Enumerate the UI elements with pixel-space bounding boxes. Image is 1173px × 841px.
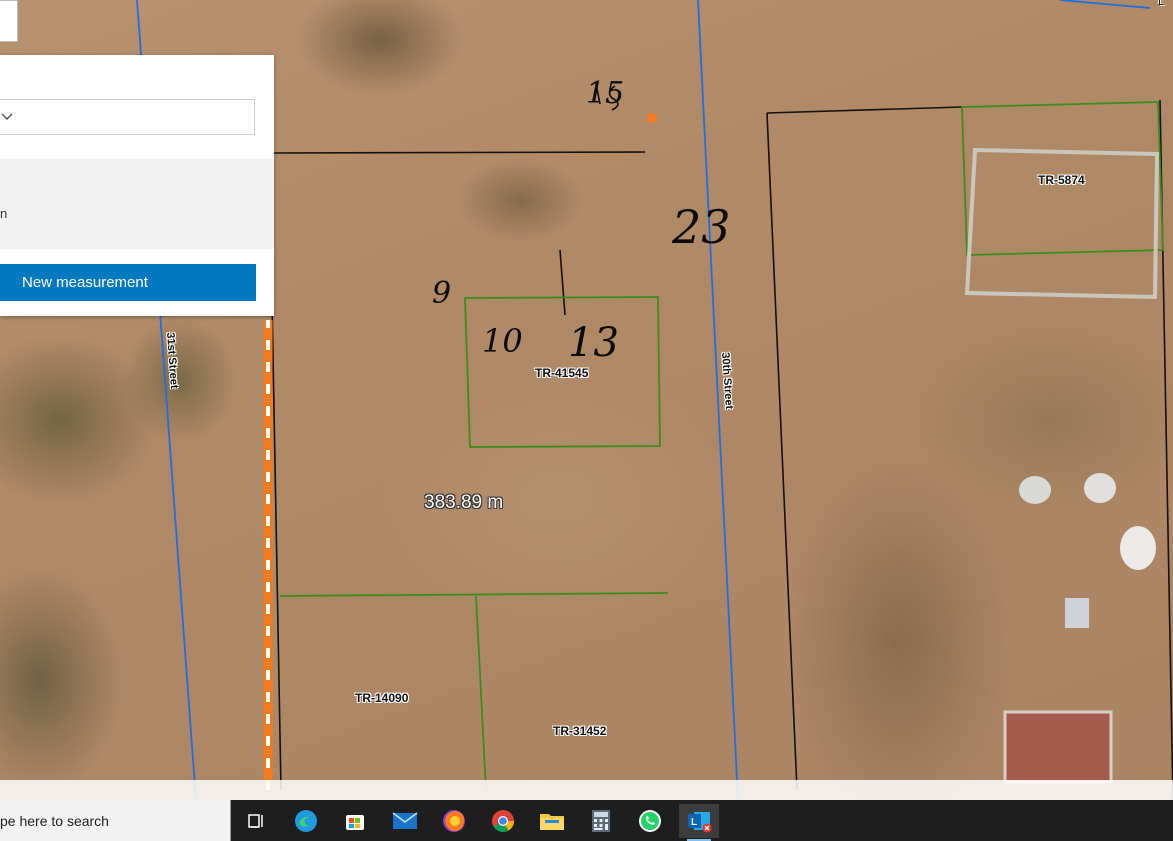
shed xyxy=(1065,598,1089,628)
property-line xyxy=(766,112,798,791)
taskbar-search-box[interactable]: pe here to search xyxy=(0,800,231,841)
measure-result-text: n xyxy=(0,206,8,221)
chrome-icon[interactable] xyxy=(483,804,523,838)
new-measurement-button[interactable]: New measurement xyxy=(0,264,256,301)
svg-text:L: L xyxy=(691,817,697,828)
parcel-line xyxy=(475,595,487,791)
measure-panel: n New measurement xyxy=(0,55,274,316)
handwritten-right: 23 xyxy=(672,200,731,254)
building-roof xyxy=(1005,712,1111,782)
handwritten-bottom-right: 13 xyxy=(568,320,619,366)
firefox-icon[interactable] xyxy=(434,804,474,838)
store-icon[interactable] xyxy=(335,804,375,838)
property-line xyxy=(271,299,282,791)
taskbar-search-placeholder: pe here to search xyxy=(0,813,109,829)
structures xyxy=(1003,473,1156,784)
map-attribution-strip xyxy=(0,780,1173,800)
measure-result-box: n xyxy=(0,159,274,249)
unit-dropdown[interactable] xyxy=(0,99,255,135)
measurement-result-label: 383.89 m xyxy=(424,492,504,513)
hut xyxy=(1019,476,1051,504)
parcel-label-tr-31452[interactable]: TR-31452 xyxy=(553,724,606,738)
mail-icon[interactable] xyxy=(385,804,425,838)
street-line-top xyxy=(1059,0,1151,9)
map-corner-label: L xyxy=(1158,0,1165,8)
hut xyxy=(1120,526,1156,570)
handwritten-bottom-left: 10 xyxy=(482,322,523,360)
task-view-icon[interactable] xyxy=(236,804,276,838)
handwritten-left: 9 xyxy=(432,276,452,311)
property-line xyxy=(559,249,566,316)
file-explorer-icon[interactable] xyxy=(532,804,572,838)
parcel-label-tr-5874[interactable]: TR-5874 xyxy=(1038,173,1085,187)
parcel-label-tr-14090[interactable]: TR-14090 xyxy=(355,691,408,705)
parcel-line xyxy=(279,592,669,597)
hut xyxy=(1084,473,1116,503)
whatsapp-icon[interactable] xyxy=(630,804,670,838)
taskbar: pe here to search L xyxy=(0,800,1173,841)
outlook-icon[interactable]: L xyxy=(679,804,719,841)
edge-icon[interactable] xyxy=(286,804,326,838)
property-line xyxy=(271,151,646,154)
handwritten-top: 15 xyxy=(586,76,625,111)
measurement-polyline xyxy=(263,113,657,790)
map-view[interactable]: TR-5874 TR-41545 TR-14090 TR-31452 31st … xyxy=(0,0,1173,800)
map-widget-button[interactable] xyxy=(0,0,18,42)
street-lines xyxy=(136,0,1151,800)
parcel-label-tr-41545[interactable]: TR-41545 xyxy=(535,366,588,380)
chevron-down-icon xyxy=(1,113,13,121)
calculator-icon[interactable] xyxy=(581,804,621,838)
property-line xyxy=(766,106,963,114)
measurement-vertex xyxy=(647,113,657,123)
